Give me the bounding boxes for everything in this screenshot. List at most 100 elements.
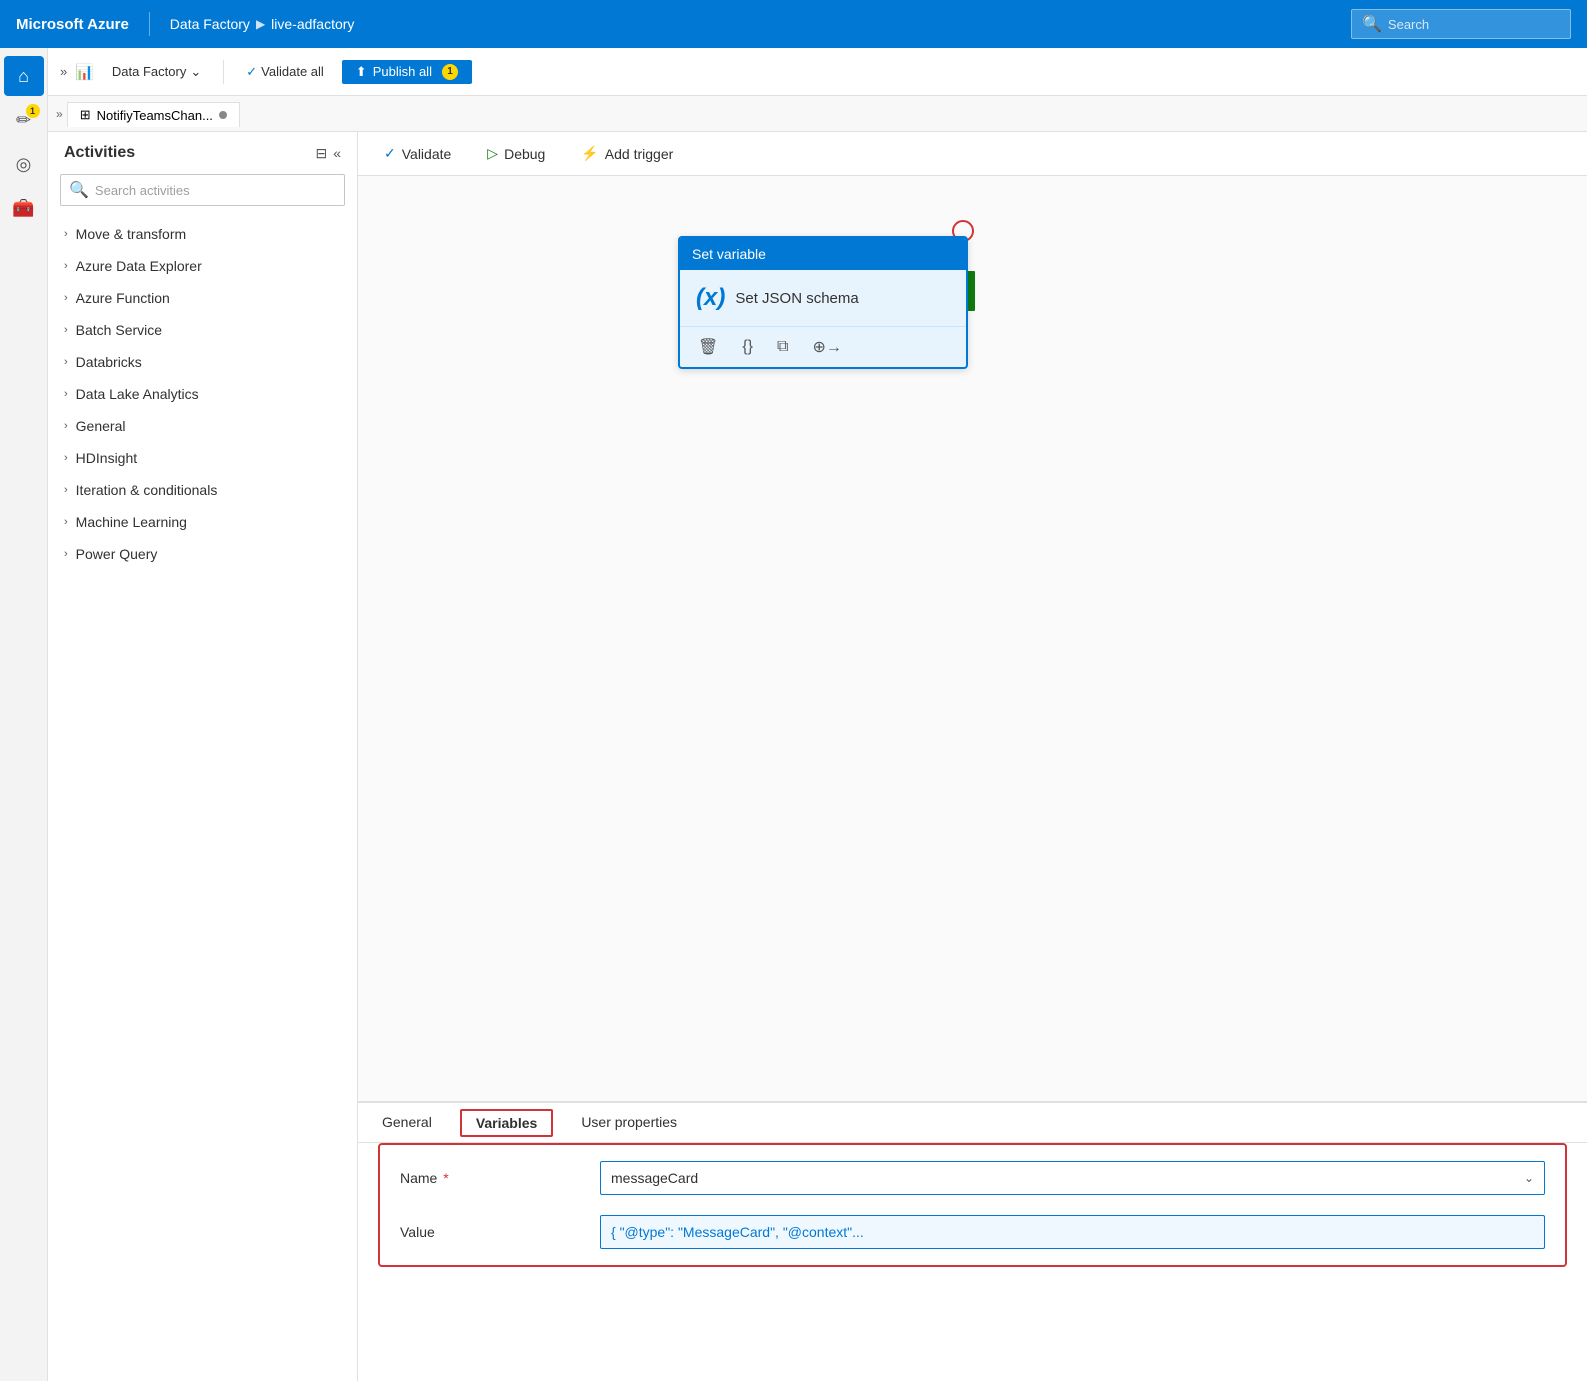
value-row: Value { "@type": "MessageCard", "@contex… (400, 1215, 1545, 1249)
monitor-icon: ◎ (16, 154, 32, 175)
variables-form: Name * messageCard ⌄ Value { "@type" (378, 1143, 1567, 1267)
datafactory-label: Data Factory (112, 64, 186, 79)
sidebar-monitor-btn[interactable]: ◎ (4, 144, 44, 184)
activities-list: › Move & transform › Azure Data Explorer… (48, 214, 357, 1381)
debug-btn[interactable]: ▷ Debug (481, 141, 551, 166)
chevron-right-icon: › (64, 484, 68, 496)
debug-label: Debug (504, 146, 545, 162)
breadcrumb-service[interactable]: Data Factory (170, 16, 250, 32)
list-item[interactable]: › Azure Function (48, 282, 357, 314)
pipeline-tab-icon: ⊞ (80, 107, 91, 123)
chevron-right-icon: › (64, 452, 68, 464)
activities-panel: Activities ⊟ « 🔍 › Move & transform (48, 132, 358, 1381)
activities-search-input[interactable] (95, 183, 336, 198)
sidebar-manage-btn[interactable]: 🧰 (4, 188, 44, 228)
list-item[interactable]: › HDInsight (48, 442, 357, 474)
datafactory-chevron-icon: ⌄ (190, 64, 201, 80)
workspace: Activities ⊟ « 🔍 › Move & transform (48, 132, 1587, 1381)
validate-all-btn[interactable]: ✓ Validate all (236, 60, 334, 84)
activities-search-box[interactable]: 🔍 (60, 174, 345, 206)
set-variable-body: (x) Set JSON schema (680, 270, 966, 326)
content-area: » 📊 Data Factory ⌄ ✓ Validate all ⬆ Publ… (48, 48, 1587, 1381)
global-search[interactable]: 🔍 (1351, 9, 1571, 39)
search-input[interactable] (1388, 17, 1560, 32)
publish-label: Publish all (373, 64, 432, 79)
expand-btn[interactable]: » (60, 64, 67, 79)
tab-variables[interactable]: Variables (460, 1109, 554, 1137)
search-icon: 🔍 (1362, 14, 1382, 34)
pipeline-tab[interactable]: ⊞ NotifiyTeamsChan... (67, 102, 240, 127)
pipeline-tab-label: NotifiyTeamsChan... (97, 108, 213, 123)
list-item[interactable]: › Machine Learning (48, 506, 357, 538)
search-icon: 🔍 (69, 180, 89, 200)
publish-icon: ⬆ (356, 64, 367, 80)
breadcrumb-resource: live-adfactory (271, 16, 354, 32)
pipeline-canvas-toolbar: ✓ Validate ▷ Debug ⚡ Add trigger (358, 132, 1587, 176)
set-variable-header: Set variable (680, 238, 966, 270)
value-text: { "@type": "MessageCard", "@context"... (611, 1224, 864, 1240)
validate-all-icon: ✓ (246, 64, 257, 80)
activity-group-label: Data Lake Analytics (76, 386, 199, 402)
collapse2-icon[interactable]: « (333, 145, 341, 162)
activity-group-label: Batch Service (76, 322, 162, 338)
publish-all-btn[interactable]: ⬆ Publish all 1 (342, 60, 472, 84)
tab-user-properties-label: User properties (581, 1114, 677, 1130)
activities-header: Activities ⊟ « (48, 132, 357, 170)
delete-btn[interactable]: 🗑 (694, 335, 722, 359)
collapse-icon[interactable]: ⊟ (315, 145, 327, 162)
icon-sidebar: ⌂ ✏ 1 ◎ 🧰 (0, 48, 48, 1381)
add-activity-btn[interactable]: ⊕→ (808, 335, 845, 359)
activities-header-actions: ⊟ « (315, 145, 341, 162)
activity-group-label: Azure Data Explorer (76, 258, 202, 274)
chevron-right-icon: › (64, 292, 68, 304)
tabs-expand-btn[interactable]: » (56, 107, 63, 121)
validate-btn[interactable]: ✓ Validate (378, 141, 457, 166)
tab-general[interactable]: General (378, 1106, 436, 1140)
validate-label: Validate (402, 146, 452, 162)
bottom-panel: General Variables User properties (358, 1101, 1587, 1381)
trigger-icon: ⚡ (581, 145, 598, 162)
validate-all-label: Validate all (261, 64, 324, 79)
json-btn[interactable]: {} (738, 336, 757, 358)
set-variable-card[interactable]: Set variable (x) Set JSON schema 🗑 {} ⧉ … (678, 236, 968, 369)
value-input[interactable]: { "@type": "MessageCard", "@context"... (600, 1215, 1545, 1249)
list-item[interactable]: › General (48, 410, 357, 442)
tab-user-properties[interactable]: User properties (577, 1106, 681, 1140)
datafactory-dropdown-btn[interactable]: Data Factory ⌄ (102, 60, 211, 84)
chevron-right-icon: › (64, 388, 68, 400)
add-trigger-btn[interactable]: ⚡ Add trigger (575, 141, 679, 166)
list-item[interactable]: › Azure Data Explorer (48, 250, 357, 282)
sidebar-home-btn[interactable]: ⌂ (4, 56, 44, 96)
chevron-right-icon: › (64, 228, 68, 240)
chevron-right-icon: › (64, 548, 68, 560)
manage-icon: 🧰 (12, 198, 34, 219)
set-variable-title: Set variable (692, 246, 766, 262)
list-item[interactable]: › Batch Service (48, 314, 357, 346)
name-row: Name * messageCard ⌄ (400, 1161, 1545, 1195)
name-label: Name * (400, 1170, 580, 1186)
list-item[interactable]: › Data Lake Analytics (48, 378, 357, 410)
publish-badge: 1 (442, 64, 458, 80)
copy-btn[interactable]: ⧉ (773, 336, 792, 358)
activity-group-label: Azure Function (76, 290, 170, 306)
trigger-label: Add trigger (605, 146, 673, 162)
name-dropdown[interactable]: messageCard ⌄ (600, 1161, 1545, 1195)
tab-general-label: General (382, 1114, 432, 1130)
list-item[interactable]: › Databricks (48, 346, 357, 378)
chevron-down-icon: ⌄ (1524, 1171, 1534, 1185)
pipeline-canvas: Set variable (x) Set JSON schema 🗑 {} ⧉ … (358, 176, 1587, 1101)
main-layout: ⌂ ✏ 1 ◎ 🧰 » 📊 Data Factory ⌄ ✓ Validate … (0, 48, 1587, 1381)
list-item[interactable]: › Move & transform (48, 218, 357, 250)
activity-group-label: HDInsight (76, 450, 137, 466)
pipeline-tab-modified-dot (219, 111, 227, 119)
activity-group-label: Iteration & conditionals (76, 482, 218, 498)
name-value: messageCard (611, 1170, 698, 1186)
breadcrumb: Data Factory ▶ live-adfactory (170, 16, 355, 32)
sidebar-edit-btn[interactable]: ✏ 1 (4, 100, 44, 140)
list-item[interactable]: › Power Query (48, 538, 357, 570)
list-item[interactable]: › Iteration & conditionals (48, 474, 357, 506)
activities-title: Activities (64, 144, 135, 162)
chevron-right-icon: › (64, 324, 68, 336)
main-toolbar: » 📊 Data Factory ⌄ ✓ Validate all ⬆ Publ… (48, 48, 1587, 96)
activity-group-label: Databricks (76, 354, 142, 370)
